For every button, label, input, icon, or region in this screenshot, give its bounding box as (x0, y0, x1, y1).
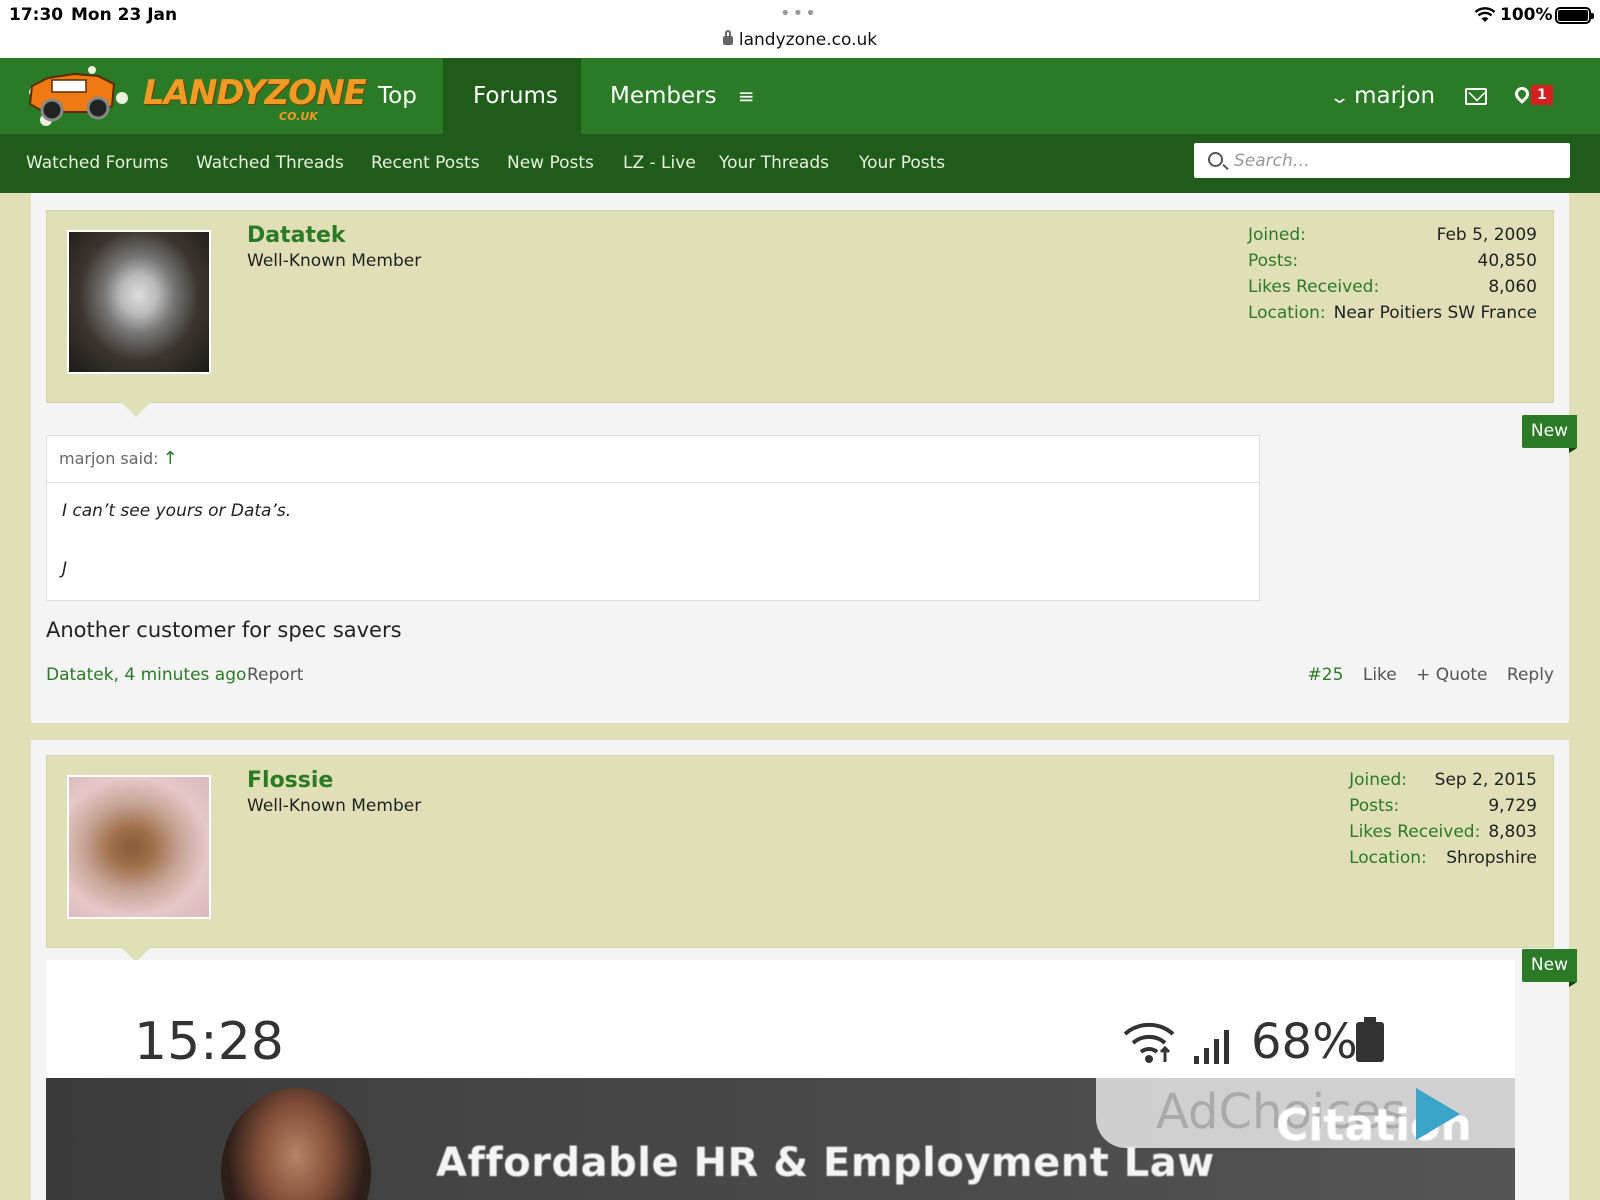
stat-likes: Likes Received: 8,803 (1349, 822, 1537, 842)
tab-members[interactable]: Members ≡ (580, 58, 785, 134)
user-title: Well-Known Member (247, 251, 422, 271)
reply-link[interactable]: Reply (1507, 665, 1554, 685)
date: Mon 23 Jan (71, 5, 178, 25)
jump-to-quote-icon[interactable]: ↑ (163, 448, 178, 469)
tab-forums[interactable]: Forums (443, 58, 581, 134)
avatar[interactable] (67, 775, 211, 919)
lock-icon (722, 30, 733, 45)
ad-headline: Affordable HR & Employment Law (436, 1140, 1215, 1186)
post-footer: Datatek, 4 minutes ago Report #25 Like +… (31, 665, 1569, 695)
embedded-battery-percent: 68% (1251, 1014, 1358, 1070)
embedded-wifi-icon (1123, 1022, 1175, 1063)
logo-domain: CO.UK (279, 110, 318, 123)
user-stats: Joined: Sep 2, 2015 Posts: 9,729 Likes Rec… (1349, 770, 1537, 874)
like-link[interactable]: Like (1363, 665, 1397, 685)
ios-status-bar: 17:30 Mon 23 Jan ••• landyzone.co.uk 100… (0, 0, 1600, 58)
subnav-watched-threads[interactable]: Watched Threads (196, 153, 344, 173)
quote-block: marjon said: ↑ I can’t see yours or Data’… (46, 435, 1260, 601)
search-box[interactable] (1194, 143, 1570, 178)
quote-author: marjon said: (59, 449, 159, 468)
mail-icon[interactable] (1465, 88, 1487, 105)
embedded-screenshot[interactable]: 15:28 68% Affordable HR & Employment Law… (46, 960, 1515, 1200)
post: Flossie Well-Known Member Joined: Sep 2, … (31, 740, 1578, 1200)
subnav-your-threads[interactable]: Your Threads (719, 153, 829, 173)
new-badge: New (1521, 415, 1578, 453)
alerts-badge[interactable]: 1 (1531, 85, 1553, 105)
subnav-recent-posts[interactable]: Recent Posts (371, 153, 480, 173)
stat-location: Location: Near Poitiers SW France (1247, 303, 1537, 323)
more-dots-icon[interactable]: ••• (780, 3, 818, 24)
ad-person-photo (221, 1088, 371, 1200)
new-badge: New (1521, 949, 1578, 987)
embedded-battery-icon (1356, 1017, 1384, 1062)
url-text: landyzone.co.uk (738, 30, 878, 50)
user-stats: Joined: Feb 5, 2009 Posts: 40,850 Likes Re… (1248, 225, 1537, 329)
user-info-box: Flossie Well-Known Member Joined: Sep 2, … (46, 755, 1554, 962)
quote-header: marjon said: ↑ (47, 436, 1259, 483)
user-menu[interactable]: ⌄ marjon (1328, 58, 1436, 136)
site-logo[interactable]: LANDYZONE CO.UK (26, 62, 367, 132)
quote-line: J (62, 559, 68, 579)
search-input[interactable] (1234, 147, 1554, 174)
search-icon (1208, 152, 1223, 167)
embedded-signal-icon (1194, 1030, 1229, 1064)
post: Datatek Well-Known Member Joined: Feb 5, … (31, 193, 1578, 723)
avatar[interactable] (67, 230, 211, 374)
subnav-your-posts[interactable]: Your Posts (859, 153, 945, 173)
adchoices-play-icon[interactable] (1416, 1088, 1460, 1140)
battery-icon (1555, 7, 1594, 24)
subnav-new-posts[interactable]: New Posts (507, 153, 594, 173)
stat-joined: Joined: Feb 5, 2009 (1247, 225, 1537, 245)
post-author-time[interactable]: Datatek, 4 minutes ago (46, 665, 246, 685)
quote-line: I can’t see yours or Data’s. (62, 501, 292, 521)
landrover-logo-icon (28, 66, 128, 126)
clock: 17:30 (9, 5, 64, 25)
post-number-link[interactable]: #25 (1308, 665, 1344, 685)
embedded-clock: 15:28 (134, 1012, 284, 1072)
user-title: Well-Known Member (247, 796, 422, 816)
chevron-down-icon: ⌄ (1328, 87, 1351, 108)
quote-body: I can’t see yours or Data’s. J (47, 483, 1259, 607)
subnav-watched-forums[interactable]: Watched Forums (26, 153, 168, 173)
subnav-lz-live[interactable]: LZ - Live (623, 153, 696, 173)
stat-location: Location: Shropshire (1349, 848, 1537, 868)
stat-posts: Posts: 9,729 (1349, 796, 1537, 816)
wifi-icon (1474, 7, 1496, 22)
tab-members-label: Members (610, 83, 717, 109)
user-name: marjon (1354, 83, 1436, 109)
quote-link[interactable]: + Quote (1416, 665, 1487, 685)
sub-navigation: Watched Forums Watched Threads Recent Po… (0, 134, 1600, 193)
stat-likes: Likes Received: 8,060 (1247, 277, 1537, 297)
post-username[interactable]: Flossie (247, 768, 333, 793)
logo-wordmark: LANDYZONE (143, 73, 367, 113)
post-username[interactable]: Datatek (247, 223, 346, 248)
advertisement[interactable]: Affordable HR & Employment Law AdChoices… (46, 1078, 1515, 1200)
post-message: Another customer for spec savers (46, 618, 402, 642)
report-link[interactable]: Report (247, 665, 303, 685)
address-bar[interactable]: landyzone.co.uk (0, 30, 1600, 50)
user-info-box: Datatek Well-Known Member Joined: Feb 5, … (46, 210, 1554, 417)
stat-joined: Joined: Sep 2, 2015 (1349, 770, 1537, 790)
tab-top[interactable]: Top (348, 58, 447, 134)
location-pin-icon[interactable] (1512, 84, 1532, 104)
site-header: LANDYZONE CO.UK Top Forums Members ≡ ⌄ ma… (0, 58, 1600, 134)
stat-posts: Posts: 40,850 (1247, 251, 1537, 271)
battery-percent: 100% (1500, 5, 1553, 25)
hamburger-menu-icon[interactable]: ≡ (738, 84, 755, 108)
post-actions: #25 Like + Quote Reply (1294, 665, 1554, 685)
